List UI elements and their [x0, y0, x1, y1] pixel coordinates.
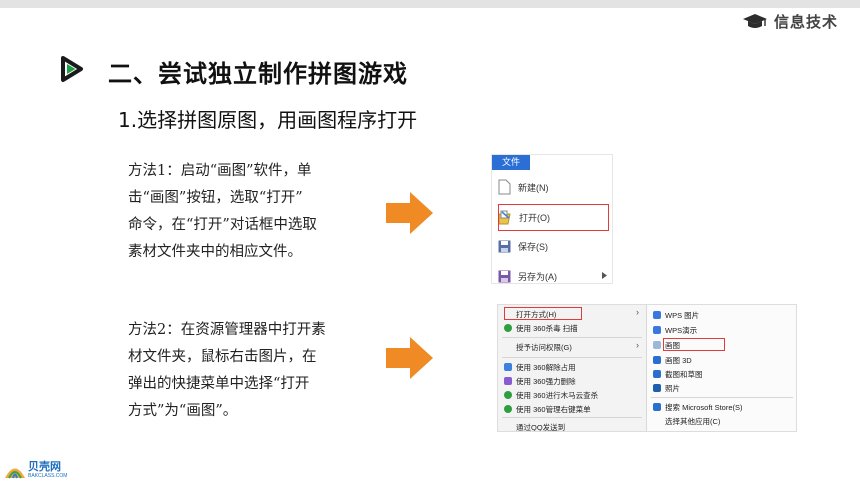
submenu-arrow-icon: [602, 272, 607, 279]
menu-item-grant-access[interactable]: 授予访问权限(G): [516, 341, 572, 353]
save-as-icon: [498, 270, 511, 282]
brand-label: 信息技术: [773, 14, 838, 31]
top-bar: [0, 0, 860, 8]
page-title: 二、尝试独立制作拼图游戏: [108, 60, 408, 88]
chevron-right-icon: ›: [636, 340, 639, 350]
play-icon: [61, 56, 83, 82]
menu-divider: [502, 337, 642, 338]
submenu-item-photos-label: 照片: [665, 383, 680, 393]
submenu-item-snip-label: 截图和草图: [665, 369, 703, 379]
brand-badge: 信息技术: [742, 11, 838, 32]
delete-icon: [504, 377, 512, 385]
submenu-item-photos[interactable]: 照片: [653, 382, 680, 394]
menu-item-360-trojan[interactable]: 使用 360进行木马云查杀: [504, 389, 598, 401]
shell-logo-icon: [5, 468, 25, 479]
open-with-highlight-box: [504, 307, 582, 320]
menu-item-save-as[interactable]: 另存为(A): [498, 265, 557, 283]
menu-item-360-manage[interactable]: 使用 360管理右键菜单: [504, 403, 591, 415]
footer-logo-sub: BAKCLASS.COM: [28, 473, 68, 479]
menu-divider: [502, 417, 642, 418]
paint-3d-icon: [653, 356, 661, 364]
menu-item-qq-send[interactable]: 通过QQ发送到: [516, 421, 565, 432]
method-2-line: 方式”为“画图”。: [128, 403, 238, 419]
menu-item-360-unlock-label: 使用 360解除占用: [516, 362, 576, 372]
submenu-item-choose-app-label: 选择其他应用(C): [665, 416, 721, 426]
slide: 信息技术 二、尝试独立制作拼图游戏 1.选择拼图原图，用画图程序打开 方法1：启…: [0, 0, 860, 484]
submenu-item-choose-app[interactable]: 选择其他应用(C): [665, 415, 720, 427]
menu-item-grant-access-label: 授予访问权限(G): [516, 342, 572, 352]
submenu-item-wps-present-label: WPS演示: [665, 325, 698, 335]
method-1-line: 命令，在“打开”对话框中选取: [128, 217, 317, 233]
menu-item-360-manage-label: 使用 360管理右键菜单: [516, 404, 591, 414]
submenu-item-paint3d[interactable]: 画图 3D: [653, 354, 692, 366]
context-menu-main: 打开方式(H) › 使用 360杀毒 扫描 授予访问权限(G) › 使用 360…: [498, 305, 646, 431]
menu-item-save-as-label: 另存为(A): [518, 271, 557, 282]
new-file-icon: [498, 179, 511, 195]
photos-icon: [653, 384, 661, 392]
open-highlight-box: [498, 204, 609, 231]
method-2-text: 方法2：在资源管理器中打开素 材文件夹，鼠标右击图片，在 弹出的快捷菜单中选择“…: [128, 317, 360, 425]
submenu-item-store-label: 搜索 Microsoft Store(S): [665, 402, 743, 412]
context-menu-screenshot: 打开方式(H) › 使用 360杀毒 扫描 授予访问权限(G) › 使用 360…: [497, 304, 797, 432]
menu-item-save-label: 保存(S): [518, 241, 548, 252]
unlock-icon: [504, 363, 512, 371]
menu-item-new[interactable]: 新建(N): [498, 176, 549, 198]
360-icon: [504, 391, 512, 399]
file-menu-screenshot: 文件 新建(N) 打开(O) 保存(S) 另存为(A): [491, 154, 613, 284]
menu-item-360-delete[interactable]: 使用 360强力删除: [504, 375, 576, 387]
store-icon: [653, 403, 661, 411]
wps-image-icon: [653, 311, 661, 319]
submenu-item-wps-present[interactable]: WPS演示: [653, 324, 697, 336]
method-2-line: 材文件夹，鼠标右击图片，在: [128, 349, 317, 365]
method-1-text: 方法1：启动“画图”软件，单 击“画图”按钮，选取“打开” 命令，在“打开”对话…: [128, 158, 360, 266]
method-1-line: 击“画图”按钮，选取“打开”: [128, 190, 303, 206]
menu-divider: [502, 357, 642, 358]
submenu-item-snip[interactable]: 截图和草图: [653, 368, 703, 380]
method-2-line: 弹出的快捷菜单中选择“打开: [128, 376, 310, 392]
menu-item-360-unlock[interactable]: 使用 360解除占用: [504, 361, 576, 373]
snip-icon: [653, 370, 661, 378]
submenu-item-wps-image[interactable]: WPS 图片: [653, 309, 699, 321]
360-icon: [504, 405, 512, 413]
graduation-cap-icon: [742, 13, 767, 28]
right-arrow-icon: [386, 337, 433, 379]
shield-icon: [504, 324, 512, 332]
open-with-submenu: WPS 图片 WPS演示 画图 画图 3D 截图和草图 照片 搜索 Micros…: [646, 305, 796, 431]
save-icon: [498, 240, 511, 252]
submenu-item-wps-image-label: WPS 图片: [665, 310, 700, 320]
method-1-line: 方法1：启动“画图”软件，单: [128, 163, 312, 179]
chevron-right-icon: ›: [636, 307, 639, 317]
menu-item-360-trojan-label: 使用 360进行木马云查杀: [516, 390, 599, 400]
footer-logo: 贝壳网 BAKCLASS.COM: [4, 462, 67, 479]
menu-item-new-label: 新建(N): [518, 182, 549, 193]
menu-divider: [651, 397, 793, 398]
method-2-line: 方法2：在资源管理器中打开素: [128, 322, 326, 338]
method-1-line: 素材文件夹中的相应文件。: [128, 244, 302, 260]
menu-item-360-scan-label: 使用 360杀毒 扫描: [516, 323, 578, 333]
wps-present-icon: [653, 326, 661, 334]
right-arrow-icon: [386, 192, 433, 234]
footer-logo-title: 贝壳网: [28, 461, 61, 473]
section-subtitle: 1.选择拼图原图，用画图程序打开: [118, 108, 418, 132]
submenu-item-paint3d-label: 画图 3D: [665, 355, 692, 365]
menu-item-360-scan[interactable]: 使用 360杀毒 扫描: [504, 322, 578, 334]
file-menu-tab[interactable]: 文件: [492, 155, 530, 170]
submenu-item-store[interactable]: 搜索 Microsoft Store(S): [653, 401, 743, 413]
paint-icon: [653, 341, 661, 349]
menu-item-360-delete-label: 使用 360强力删除: [516, 376, 576, 386]
menu-item-qq-send-label: 通过QQ发送到: [516, 422, 566, 432]
paint-highlight-box: [663, 338, 725, 351]
menu-item-save[interactable]: 保存(S): [498, 235, 548, 257]
